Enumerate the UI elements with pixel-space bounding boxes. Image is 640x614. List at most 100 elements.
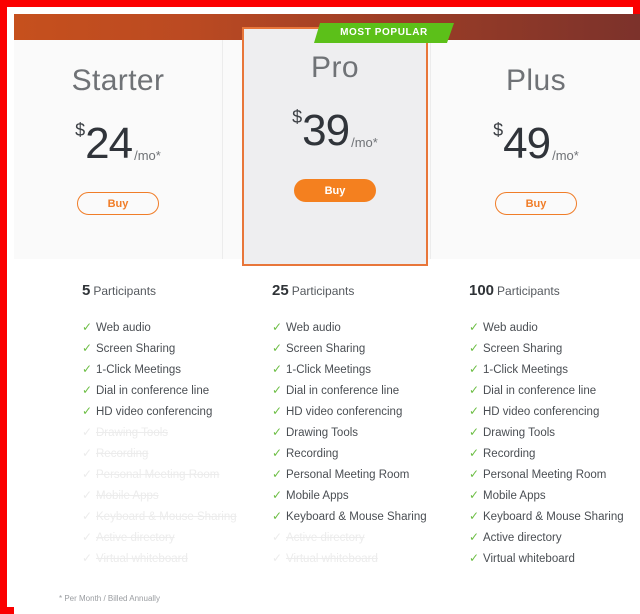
feature-item: ✓ HD video conferencing [272, 401, 462, 422]
feature-item: ✓ Screen Sharing [82, 338, 272, 359]
column-divider-2 [430, 40, 431, 259]
feature-label: Recording [483, 448, 536, 460]
feature-label: Virtual whiteboard [286, 553, 378, 565]
price-amount: 49 [503, 119, 551, 168]
feature-label: Drawing Tools [483, 427, 556, 439]
feature-item: ✓ Virtual whiteboard [272, 548, 462, 569]
participants-count: 5 [82, 282, 91, 299]
feature-label: Screen Sharing [96, 343, 176, 355]
feature-label: Web audio [286, 322, 341, 334]
feature-item: ✓ Dial in conference line [469, 380, 640, 401]
feature-column-plus: 100 Participants ✓ Web audio ✓ Screen Sharin… [469, 259, 640, 569]
feature-item: ✓ Dial in conference line [272, 380, 462, 401]
feature-label: Mobile Apps [483, 490, 546, 502]
buy-button-starter[interactable]: Buy [77, 192, 159, 215]
feature-label: Web audio [483, 322, 538, 334]
check-icon: ✓ [469, 383, 480, 397]
price-amount: 24 [85, 119, 133, 168]
feature-item: ✓ Recording [272, 443, 462, 464]
participants-count: 25 [272, 282, 289, 299]
feature-item: ✓ Drawing Tools [82, 422, 272, 443]
feature-item: ✓ Virtual whiteboard [469, 548, 640, 569]
feature-label: Personal Meeting Room [286, 469, 410, 481]
feature-item: ✓ Active directory [82, 527, 272, 548]
column-divider-1 [222, 40, 223, 259]
check-icon: ✓ [272, 530, 283, 544]
check-icon: ✓ [82, 362, 93, 376]
feature-item: ✓ 1-Click Meetings [272, 359, 462, 380]
check-icon: ✓ [82, 467, 93, 481]
participants-starter: 5 Participants [82, 282, 272, 304]
price-period: /mo* [134, 148, 161, 163]
footnote: * Per Month / Billed Annually [59, 594, 160, 603]
participants-pro: 25 Participants [272, 282, 462, 304]
feature-item: ✓ Personal Meeting Room [82, 464, 272, 485]
feature-label: Keyboard & Mouse Sharing [286, 511, 427, 523]
feature-item: ✓ Recording [82, 443, 272, 464]
pricing-table-frame: Starter $24/mo* Buy Plus $49/mo* Buy Pro… [0, 0, 640, 614]
features-matrix: 5 Participants ✓ Web audio ✓ Screen Sharing ✓… [14, 259, 640, 614]
feature-label: Drawing Tools [286, 427, 359, 439]
check-icon: ✓ [82, 551, 93, 565]
feature-label: Web audio [96, 322, 151, 334]
check-icon: ✓ [272, 425, 283, 439]
feature-item: ✓ Screen Sharing [272, 338, 462, 359]
feature-item: ✓ HD video conferencing [469, 401, 640, 422]
feature-item: ✓ Personal Meeting Room [469, 464, 640, 485]
most-popular-ribbon: MOST POPULAR [314, 23, 454, 43]
feature-label: HD video conferencing [96, 406, 213, 418]
check-icon: ✓ [82, 320, 93, 334]
plan-price-plus: $49/mo* [432, 121, 640, 166]
feature-item: ✓ Keyboard & Mouse Sharing [82, 506, 272, 527]
buy-button-pro[interactable]: Buy [294, 179, 376, 202]
plan-name-starter: Starter [71, 64, 165, 97]
check-icon: ✓ [469, 341, 480, 355]
plan-card-starter: Starter $24/mo* Buy [14, 40, 222, 259]
check-icon: ✓ [272, 404, 283, 418]
check-icon: ✓ [469, 362, 480, 376]
check-icon: ✓ [272, 341, 283, 355]
check-icon: ✓ [82, 488, 93, 502]
feature-label: Recording [96, 448, 149, 460]
check-icon: ✓ [272, 509, 283, 523]
feature-label: Mobile Apps [96, 490, 159, 502]
feature-label: Mobile Apps [286, 490, 349, 502]
check-icon: ✓ [469, 509, 480, 523]
feature-item: ✓ Mobile Apps [272, 485, 462, 506]
check-icon: ✓ [82, 446, 93, 460]
check-icon: ✓ [469, 404, 480, 418]
feature-label: Screen Sharing [286, 343, 366, 355]
feature-item: ✓ Dial in conference line [82, 380, 272, 401]
feature-label: Dial in conference line [483, 385, 597, 397]
feature-label: Dial in conference line [286, 385, 400, 397]
feature-label: Active directory [483, 532, 562, 544]
feature-label: 1-Click Meetings [483, 364, 568, 376]
participants-label: Participants [497, 284, 560, 298]
check-icon: ✓ [272, 446, 283, 460]
check-icon: ✓ [272, 362, 283, 376]
feature-column-pro: 25 Participants ✓ Web audio ✓ Screen Sharing… [272, 259, 462, 569]
plan-price-starter: $24/mo* [14, 121, 222, 166]
feature-label: HD video conferencing [483, 406, 600, 418]
plan-name-plus: Plus [506, 64, 566, 97]
check-icon: ✓ [82, 341, 93, 355]
check-icon: ✓ [82, 509, 93, 523]
check-icon: ✓ [272, 551, 283, 565]
feature-item: ✓ Web audio [82, 317, 272, 338]
check-icon: ✓ [82, 383, 93, 397]
feature-label: Active directory [286, 532, 365, 544]
check-icon: ✓ [272, 383, 283, 397]
feature-label: HD video conferencing [286, 406, 403, 418]
check-icon: ✓ [469, 551, 480, 565]
price-period: /mo* [351, 135, 378, 150]
feature-label: Recording [286, 448, 339, 460]
feature-item: ✓ Web audio [272, 317, 462, 338]
feature-label: 1-Click Meetings [286, 364, 371, 376]
feature-item: ✓ Mobile Apps [82, 485, 272, 506]
currency-symbol: $ [493, 120, 504, 140]
buy-button-plus[interactable]: Buy [495, 192, 577, 215]
feature-column-starter: 5 Participants ✓ Web audio ✓ Screen Sharing ✓… [82, 259, 272, 569]
feature-item: ✓ Drawing Tools [469, 422, 640, 443]
feature-item: ✓ 1-Click Meetings [469, 359, 640, 380]
feature-item: ✓ Drawing Tools [272, 422, 462, 443]
